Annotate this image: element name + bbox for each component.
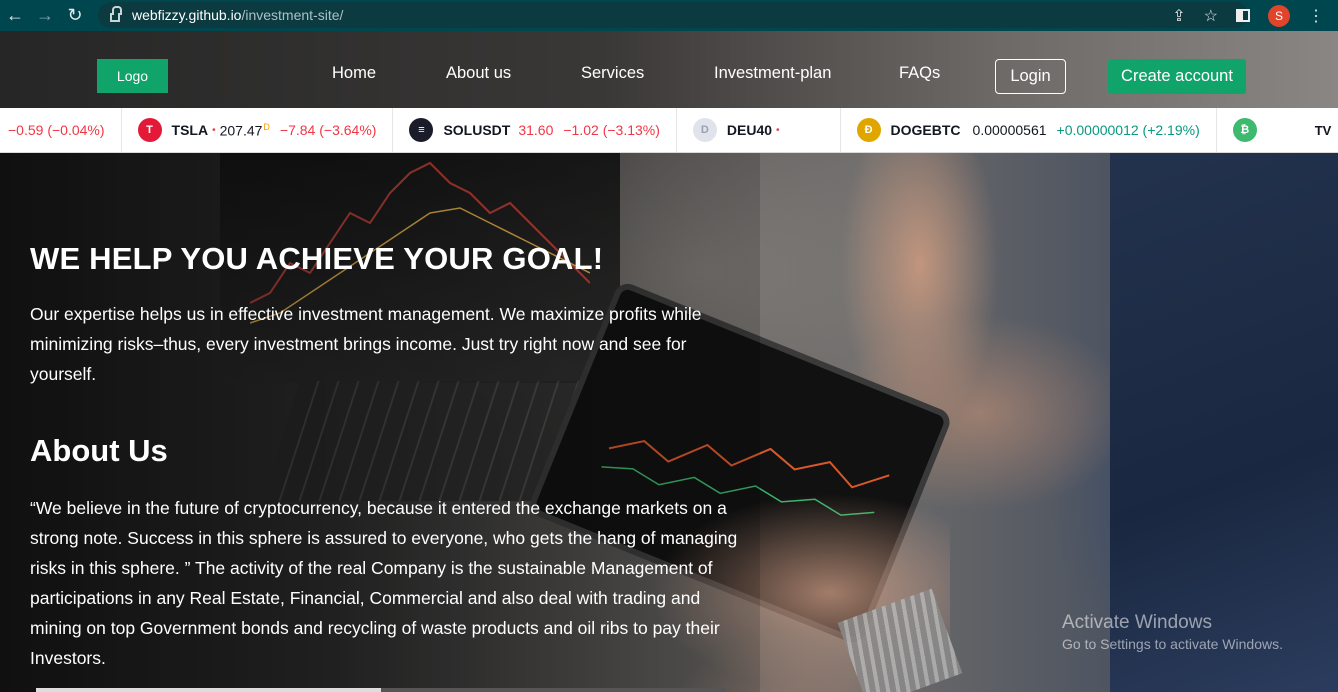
ticker-change: +0.00000012 (+2.19%) xyxy=(1056,122,1200,138)
bookmark-star-icon[interactable]: ☆ xyxy=(1204,6,1218,26)
hero-title: WE HELP YOU ACHIEVE YOUR GOAL! xyxy=(30,241,604,276)
nav-investment-plan[interactable]: Investment-plan xyxy=(714,64,831,83)
lock-icon xyxy=(110,5,122,22)
ticker-item-btc[interactable]: ₿ xyxy=(1217,108,1283,152)
ticker-dot: • xyxy=(212,124,216,136)
about-title: About Us xyxy=(30,433,168,468)
forward-icon[interactable]: → xyxy=(30,0,60,31)
solana-icon: ≡ xyxy=(409,118,434,142)
tradingview-logo-icon[interactable]: TV xyxy=(1308,108,1338,152)
ticker-symbol: TSLA xyxy=(171,122,209,138)
ticker-change: −0.59 (−0.04%) xyxy=(8,122,105,138)
nav-services[interactable]: Services xyxy=(581,64,644,83)
profile-avatar[interactable]: S xyxy=(1268,4,1290,27)
about-text: “We believe in the future of cryptocurre… xyxy=(30,498,738,668)
url-path: /investment-site/ xyxy=(241,7,344,23)
tesla-icon: T xyxy=(137,118,162,142)
ticker-dot: • xyxy=(776,124,780,136)
hero-text: Our expertise helps us in effective inve… xyxy=(30,304,702,384)
hero-section: WE HELP YOU ACHIEVE YOUR GOAL! Our exper… xyxy=(0,153,1338,692)
bitcoin-icon: ₿ xyxy=(1232,118,1257,142)
ticker-change: −7.84 (−3.64%) xyxy=(279,122,377,138)
ticker-tape: −0.59 (−0.04%) T TSLA • 207.47D −7.84 (−… xyxy=(0,108,1338,153)
doge-icon: Ð xyxy=(856,118,881,142)
ticker-change: −1.02 (−3.13%) xyxy=(563,122,660,138)
back-icon[interactable]: ← xyxy=(0,0,30,31)
nav-home[interactable]: Home xyxy=(332,64,376,83)
share-icon[interactable]: ⇪ xyxy=(1172,6,1185,26)
horizontal-scrollbar[interactable] xyxy=(36,688,726,692)
logo-button[interactable]: Logo xyxy=(97,59,168,93)
ticker-item-dogebtc[interactable]: Ð DOGEBTC 0.00000561 +0.00000012 (+2.19%… xyxy=(841,108,1217,152)
menu-kebab-icon[interactable]: ⋮ xyxy=(1308,6,1324,26)
side-panel-icon[interactable] xyxy=(1236,9,1250,22)
ticker-price: 31.60 xyxy=(518,122,554,138)
reload-icon[interactable]: ↻ xyxy=(60,0,90,31)
ticker-item-deu40[interactable]: D DEU40 • xyxy=(677,108,841,152)
dax-icon: D xyxy=(692,118,717,142)
ticker-price: 0.00000561 xyxy=(972,122,1047,138)
scrollbar-thumb[interactable] xyxy=(36,688,381,692)
nav-about-us[interactable]: About us xyxy=(446,64,511,83)
ticker-item-tsla[interactable]: T TSLA • 207.47D −7.84 (−3.64%) xyxy=(122,108,394,152)
site-header: Logo Home About us Services Investment-p… xyxy=(0,31,1338,108)
ticker-symbol: DOGEBTC xyxy=(890,122,961,138)
nav-faqs[interactable]: FAQs xyxy=(899,64,940,83)
login-button[interactable]: Login xyxy=(995,59,1066,94)
ticker-item-solusdt[interactable]: ≡ SOLUSDT 31.60 −1.02 (−3.13%) xyxy=(393,108,677,152)
ticker-price-value: 207.47 xyxy=(219,122,263,139)
browser-toolbar: ← → ↻ webfizzy.github.io/investment-site… xyxy=(0,0,1338,31)
url-host: webfizzy.github.io xyxy=(132,7,242,23)
ticker-price: 207.47D xyxy=(220,122,270,139)
ticker-item[interactable]: −0.59 (−0.04%) xyxy=(0,108,122,152)
watermark-line1: Activate Windows xyxy=(1062,612,1212,633)
address-bar[interactable]: webfizzy.github.io/investment-site/ xyxy=(98,2,1248,28)
ticker-symbol: SOLUSDT xyxy=(443,122,511,138)
activate-windows-watermark: Activate Windows Go to Settings to activ… xyxy=(1062,612,1283,652)
watermark-line2: Go to Settings to activate Windows. xyxy=(1062,636,1283,652)
create-account-button[interactable]: Create account xyxy=(1108,59,1246,94)
ticker-symbol: DEU40 xyxy=(726,122,773,138)
ticker-price-sup: D xyxy=(263,121,270,132)
